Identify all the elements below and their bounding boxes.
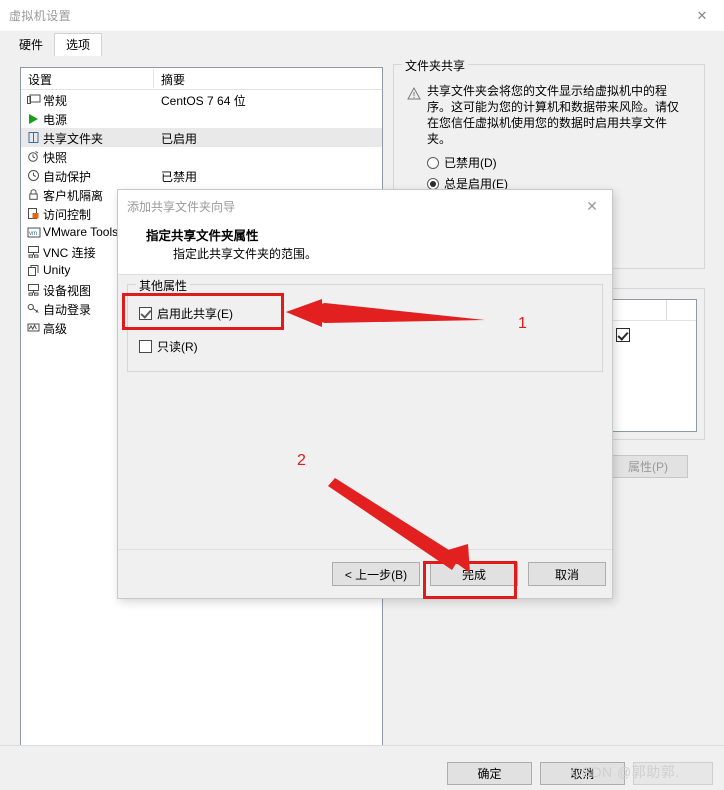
wizard-header: 添加共享文件夹向导 ✕ 指定共享文件夹属性 指定此共享文件夹的范围。 (118, 190, 612, 275)
settings-row-label: 客户机隔离 (43, 189, 104, 203)
finish-button[interactable]: 完成 (430, 562, 518, 586)
enable-share-checkbox[interactable]: 启用此共享(E) (139, 305, 233, 322)
add-shared-folder-wizard: 添加共享文件夹向导 ✕ 指定共享文件夹属性 指定此共享文件夹的范围。 其他属性 … (117, 189, 613, 599)
warning-icon (407, 86, 421, 101)
settings-row-general[interactable]: 常规 CentOS 7 64 位 (21, 90, 382, 109)
wizard-subheading: 指定此共享文件夹的范围。 (173, 247, 318, 261)
settings-row-label: 自动保护 (43, 170, 92, 184)
settings-row-label: 高级 (43, 322, 68, 336)
settings-row-snapshot[interactable]: 快照 (21, 147, 382, 166)
settings-row-label: VNC 连接 (43, 246, 96, 260)
back-button[interactable]: < 上一步(B) (332, 562, 420, 586)
settings-row-value: 已禁用 (161, 170, 198, 184)
column-divider (666, 300, 667, 320)
vm-icon: vm (26, 225, 41, 240)
monitor-icon (26, 92, 41, 107)
tab-hardware[interactable]: 硬件 (8, 34, 55, 56)
settings-row-label: 共享文件夹 (43, 132, 104, 146)
settings-row-label: 访问控制 (43, 208, 92, 222)
svg-text:vm: vm (29, 231, 37, 237)
key-icon (26, 301, 41, 316)
settings-row-label: VMware Tools (43, 225, 119, 239)
ok-button[interactable]: 确定 (447, 762, 532, 785)
other-attributes-groupbox: 其他属性 启用此共享(E) 只读(R) (127, 277, 603, 372)
column-divider (153, 69, 154, 88)
column-header-summary: 摘要 (161, 73, 186, 87)
wizard-heading: 指定共享文件夹属性 (146, 229, 259, 243)
play-icon (26, 111, 41, 126)
wizard-cancel-button[interactable]: 取消 (528, 562, 606, 586)
folder-sharing-group-title: 文件夹共享 (402, 57, 469, 74)
device-icon (26, 282, 41, 297)
settings-row-label: Unity (43, 263, 71, 277)
settings-row-value: CentOS 7 64 位 (161, 94, 246, 108)
radio-disabled[interactable]: 已禁用(D) (427, 154, 497, 171)
settings-row-autoprotect[interactable]: 自动保护 已禁用 (21, 166, 382, 185)
folder-sharing-warning-text: 共享文件夹会将您的文件显示给虚拟机中的程序。这可能为您的计算机和数据带来风险。请… (427, 84, 680, 146)
radio-label: 已禁用(D) (444, 156, 497, 170)
checkbox-label: 只读(R) (157, 340, 198, 354)
checkbox-label: 启用此共享(E) (157, 307, 233, 321)
settings-row-label: 自动登录 (43, 303, 92, 317)
other-attributes-group-title: 其他属性 (136, 277, 191, 294)
folder-icon (26, 130, 41, 145)
tab-options[interactable]: 选项 (54, 33, 103, 57)
main-button-bar: 确定 取消 (0, 745, 724, 790)
unity-icon (26, 263, 41, 278)
shield-icon (26, 206, 41, 221)
properties-button[interactable]: 属性(P) (608, 455, 688, 478)
cancel-button[interactable]: 取消 (540, 762, 625, 785)
settings-row-label: 电源 (43, 113, 68, 127)
settings-row-label: 设备视图 (43, 284, 92, 298)
camera-icon (26, 149, 41, 164)
settings-list-header: 设置 摘要 (21, 68, 382, 90)
clock-icon (26, 168, 41, 183)
wizard-footer: < 上一步(B) 完成 取消 (118, 549, 612, 598)
window-title: 虚拟机设置 (9, 9, 72, 23)
settings-row-shared-folders[interactable]: 共享文件夹 已启用 (21, 128, 382, 147)
advanced-icon (26, 320, 41, 335)
help-button[interactable] (633, 762, 713, 785)
lock-icon (26, 187, 41, 202)
readonly-checkbox[interactable]: 只读(R) (139, 338, 198, 355)
window-titlebar: 虚拟机设置 ✕ (0, 0, 724, 31)
radio-icon (427, 177, 439, 190)
close-icon[interactable]: ✕ (581, 196, 603, 216)
column-header-settings: 设置 (28, 73, 53, 87)
settings-row-label: 快照 (43, 151, 68, 165)
settings-row-power[interactable]: 电源 (21, 109, 382, 128)
checkbox-icon (139, 340, 152, 353)
folder-enabled-checkbox[interactable] (616, 328, 630, 342)
radio-icon (427, 156, 439, 169)
tab-strip: 硬件 选项 (0, 31, 724, 57)
close-icon[interactable]: ✕ (688, 4, 716, 26)
network-icon (26, 244, 41, 259)
checkbox-icon (139, 307, 152, 320)
settings-row-label: 常规 (43, 94, 68, 108)
wizard-title: 添加共享文件夹向导 (127, 200, 236, 214)
settings-row-value: 已启用 (161, 132, 198, 146)
